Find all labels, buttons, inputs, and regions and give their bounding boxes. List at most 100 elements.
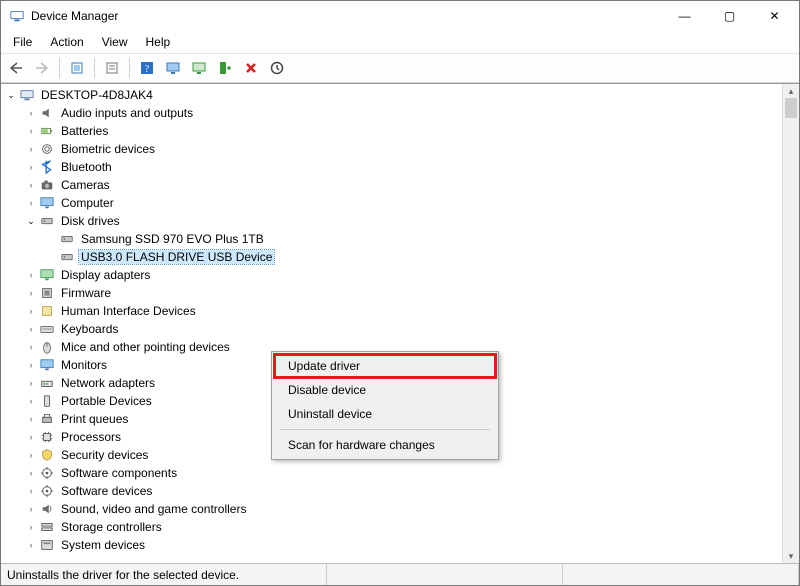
tree-item-label: System devices	[59, 538, 147, 552]
tree-item[interactable]: ›Computer	[21, 194, 782, 212]
expand-icon[interactable]: ›	[25, 521, 37, 533]
expand-icon[interactable]: ›	[25, 125, 37, 137]
show-hidden-icon[interactable]	[66, 57, 88, 79]
tree-item-label: Software components	[59, 466, 179, 480]
tree-item[interactable]: ›Biometric devices	[21, 140, 782, 158]
expand-icon[interactable]: ›	[25, 341, 37, 353]
collapse-icon[interactable]: ⌄	[5, 89, 17, 101]
tree-item[interactable]: › Human Interface Devices	[21, 302, 782, 320]
tree-item-label: Keyboards	[59, 322, 120, 336]
expand-icon[interactable]: ›	[25, 503, 37, 515]
ctx-update-driver[interactable]: Update driver	[274, 354, 496, 378]
device-manager-window: Device Manager — ▢ ✕ File Action View He…	[0, 0, 800, 586]
expand-icon	[45, 251, 57, 263]
sound-icon	[39, 501, 55, 517]
menu-file[interactable]: File	[5, 33, 40, 51]
tree-scroll-area[interactable]: ⌄DESKTOP-4D8JAK4 › Audio inputs and output…	[1, 84, 782, 563]
tree-item-label: Security devices	[59, 448, 150, 462]
computer-icon	[19, 87, 35, 103]
expand-icon[interactable]: ›	[25, 323, 37, 335]
monitor-icon	[39, 357, 55, 373]
status-text: Uninstalls the driver for the selected d…	[1, 564, 327, 585]
expand-icon[interactable]: ›	[25, 287, 37, 299]
expand-icon[interactable]: ›	[25, 395, 37, 407]
mouse-icon	[39, 339, 55, 355]
vertical-scrollbar[interactable]: ▴ ▾	[782, 84, 799, 563]
scroll-up-icon[interactable]: ▴	[783, 84, 799, 98]
svg-text:?: ?	[145, 64, 150, 75]
expand-icon[interactable]: ›	[25, 539, 37, 551]
tree-item-label: Storage controllers	[59, 520, 164, 534]
expand-icon[interactable]: ›	[25, 431, 37, 443]
ctx-uninstall-device[interactable]: Uninstall device	[274, 402, 496, 426]
tree-item-label: Portable Devices	[59, 394, 154, 408]
tree-item[interactable]: › Keyboards	[21, 320, 782, 338]
scroll-thumb[interactable]	[785, 98, 797, 118]
ctx-scan-hardware[interactable]: Scan for hardware changes	[274, 433, 496, 457]
tree-item[interactable]: › Bluetooth	[21, 158, 782, 176]
context-menu: Update driver Disable device Uninstall d…	[271, 351, 499, 460]
tree-item[interactable]: ›Cameras	[21, 176, 782, 194]
tree-item[interactable]: › Storage controllers	[21, 518, 782, 536]
expand-icon[interactable]: ›	[25, 359, 37, 371]
status-spacer-2	[563, 564, 799, 585]
tree-item[interactable]: › System devices	[21, 536, 782, 554]
tree-pane: ⌄DESKTOP-4D8JAK4 › Audio inputs and output…	[1, 83, 799, 563]
scroll-down-icon[interactable]: ▾	[783, 549, 799, 563]
tree-item[interactable]: ›Software devices	[21, 482, 782, 500]
back-arrow-icon[interactable]	[5, 57, 27, 79]
window-controls: — ▢ ✕	[662, 2, 797, 30]
expand-icon[interactable]: ›	[25, 467, 37, 479]
tree-item[interactable]: ›Sound, video and game controllers	[21, 500, 782, 518]
help-icon[interactable]: ?	[136, 57, 158, 79]
properties-icon[interactable]	[101, 57, 123, 79]
expand-icon[interactable]: ›	[25, 269, 37, 281]
uninstall-toolbar-icon[interactable]	[240, 57, 262, 79]
scan-toolbar-icon[interactable]	[214, 57, 236, 79]
expand-icon[interactable]: ›	[25, 143, 37, 155]
tree-item[interactable]: ›Batteries	[21, 122, 782, 140]
close-button[interactable]: ✕	[752, 2, 797, 30]
status-spacer-1	[327, 564, 563, 585]
storage-icon	[39, 519, 55, 535]
monitor-toolbar-icon[interactable]	[162, 57, 184, 79]
tree-item-label: Human Interface Devices	[59, 304, 198, 318]
expand-icon[interactable]: ›	[25, 485, 37, 497]
tree-item[interactable]: ›Firmware	[21, 284, 782, 302]
tree-item[interactable]: › Audio inputs and outputs	[21, 104, 782, 122]
forward-arrow-icon[interactable]	[31, 57, 53, 79]
ctx-disable-device[interactable]: Disable device	[274, 378, 496, 402]
tree-item[interactable]: USB3.0 FLASH DRIVE USB Device	[41, 248, 782, 266]
collapse-icon[interactable]: ⌄	[25, 215, 37, 227]
menu-action[interactable]: Action	[42, 33, 91, 51]
expand-icon[interactable]: ›	[25, 377, 37, 389]
minimize-button[interactable]: —	[662, 2, 707, 30]
cpu-icon	[39, 429, 55, 445]
security-icon	[39, 447, 55, 463]
audio-icon	[39, 105, 55, 121]
tree-item-label: Audio inputs and outputs	[59, 106, 195, 120]
expand-icon[interactable]: ›	[25, 413, 37, 425]
tree-item[interactable]: ⌄Disk drives	[21, 212, 782, 230]
expand-icon[interactable]: ›	[25, 449, 37, 461]
disk-icon	[59, 231, 75, 247]
tree-item[interactable]: ⌄DESKTOP-4D8JAK4	[1, 86, 782, 104]
maximize-button[interactable]: ▢	[707, 2, 752, 30]
printer-icon	[39, 411, 55, 427]
menu-view[interactable]: View	[94, 33, 136, 51]
expand-icon[interactable]: ›	[25, 197, 37, 209]
tree-item-label: Mice and other pointing devices	[59, 340, 232, 354]
expand-icon[interactable]: ›	[25, 107, 37, 119]
tree-item-label: Bluetooth	[59, 160, 114, 174]
titlebar: Device Manager — ▢ ✕	[1, 1, 799, 31]
expand-icon[interactable]: ›	[25, 161, 37, 173]
expand-icon[interactable]: ›	[25, 305, 37, 317]
expand-icon[interactable]: ›	[25, 179, 37, 191]
tree-item-label: Network adapters	[59, 376, 157, 390]
tree-item[interactable]: › Software components	[21, 464, 782, 482]
tree-item[interactable]: Samsung SSD 970 EVO Plus 1TB	[41, 230, 782, 248]
update-driver-toolbar-icon[interactable]	[188, 57, 210, 79]
tree-item[interactable]: ›Display adapters	[21, 266, 782, 284]
menu-help[interactable]: Help	[138, 33, 179, 51]
disable-toolbar-icon[interactable]	[266, 57, 288, 79]
